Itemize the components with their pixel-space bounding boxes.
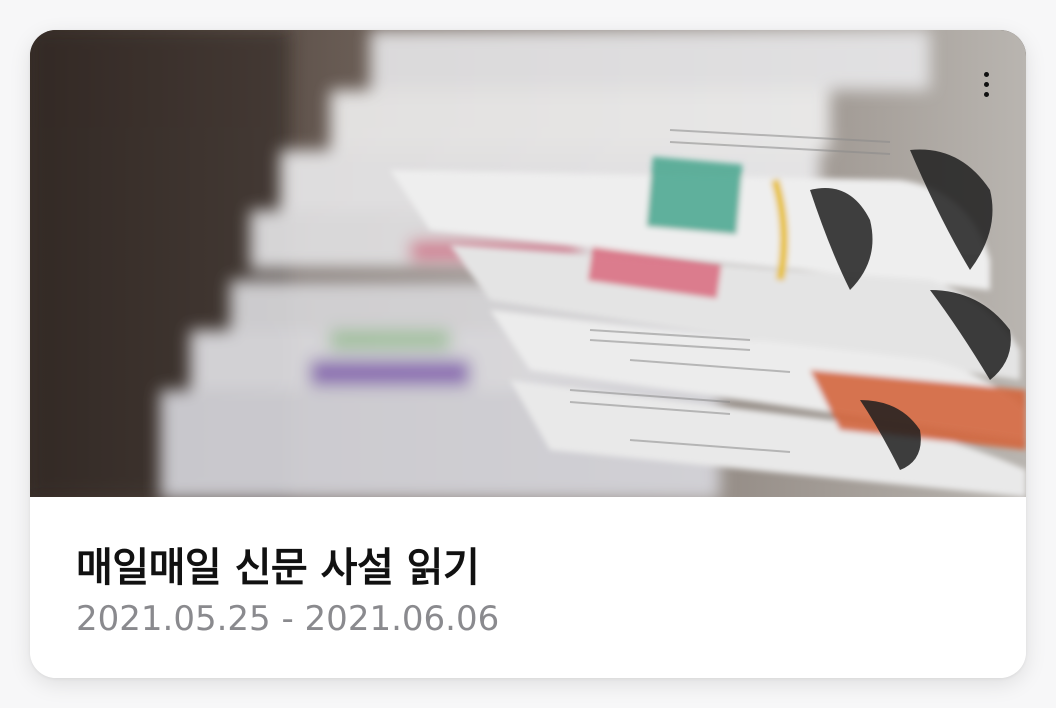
card-title: 매일매일 신문 사설 읽기 bbox=[76, 545, 480, 591]
card-hero-image[interactable] bbox=[30, 30, 1026, 497]
challenge-card[interactable]: 매일매일 신문 사설 읽기 2021.05.25 - 2021.06.06 bbox=[30, 30, 1026, 678]
card-body: 매일매일 신문 사설 읽기 2021.05.25 - 2021.06.06 bbox=[30, 497, 1026, 678]
more-vertical-icon-dot bbox=[983, 81, 989, 87]
card-period: 2021.05.25 - 2021.06.06 bbox=[76, 599, 500, 639]
newspaper-stack-image bbox=[30, 30, 1026, 497]
more-vertical-icon-dot bbox=[983, 91, 989, 97]
more-vertical-icon bbox=[983, 71, 989, 77]
more-options-button[interactable] bbox=[974, 66, 998, 102]
